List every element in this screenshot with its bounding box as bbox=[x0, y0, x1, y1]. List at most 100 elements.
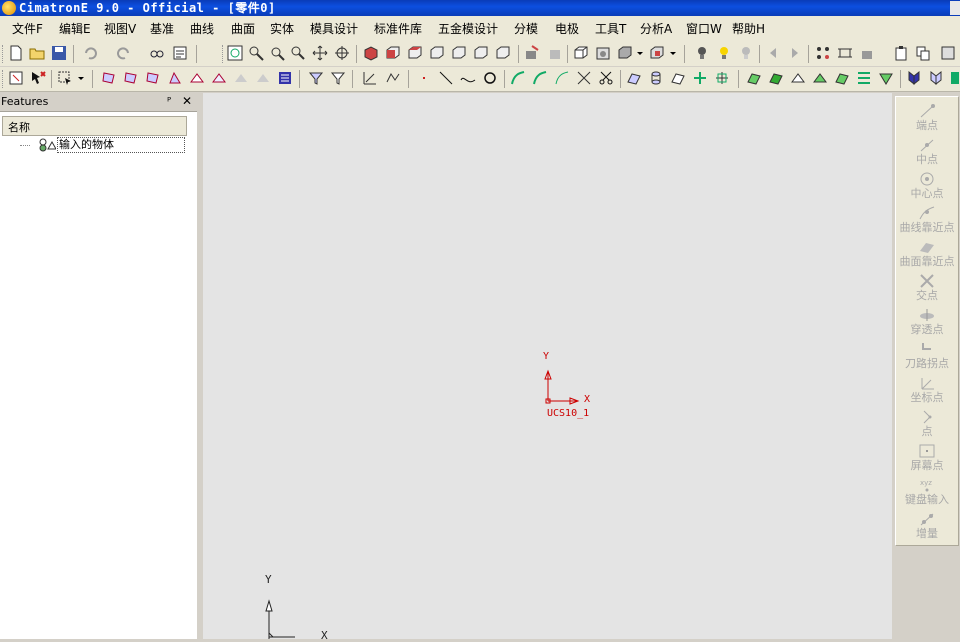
open-folder-icon[interactable] bbox=[29, 45, 45, 61]
sketch-icon[interactable] bbox=[362, 70, 378, 86]
snap-pierce[interactable]: 穿透点 bbox=[896, 307, 958, 336]
view-back-icon[interactable] bbox=[451, 45, 467, 61]
chevron-down-icon[interactable] bbox=[669, 45, 677, 61]
solid-icon[interactable] bbox=[746, 70, 762, 86]
mold-icon[interactable] bbox=[906, 70, 922, 86]
cursor-delete-icon[interactable] bbox=[30, 70, 46, 86]
chevron-down-icon[interactable] bbox=[77, 70, 85, 86]
trim-icon[interactable] bbox=[576, 70, 592, 86]
menu-analysis[interactable]: 分析A bbox=[640, 21, 672, 37]
mold-3-icon[interactable] bbox=[950, 70, 960, 86]
view-bottom-icon[interactable] bbox=[495, 45, 511, 61]
solid-4-icon[interactable] bbox=[812, 70, 828, 86]
snap-delta[interactable]: 增量 bbox=[896, 511, 958, 540]
point-icon[interactable] bbox=[416, 70, 432, 86]
solid-2-icon[interactable] bbox=[768, 70, 784, 86]
menu-mold-design[interactable]: 模具设计 bbox=[310, 21, 358, 37]
select-box-icon[interactable] bbox=[57, 70, 73, 86]
face-select-icon[interactable] bbox=[101, 70, 117, 86]
snap-coordinate[interactable]: 坐标点 bbox=[896, 375, 958, 404]
measure-icon[interactable] bbox=[837, 45, 853, 61]
chevron-down-icon[interactable] bbox=[636, 45, 644, 61]
surface-4-icon[interactable] bbox=[714, 70, 730, 86]
arrow-left-icon[interactable] bbox=[765, 45, 781, 61]
snap-near-curve[interactable]: 曲线靠近点 bbox=[896, 205, 958, 234]
snap-center[interactable]: 中心点 bbox=[896, 171, 958, 200]
light-on-icon[interactable] bbox=[716, 45, 732, 61]
funnel-icon[interactable] bbox=[330, 70, 346, 86]
paste-icon[interactable] bbox=[893, 45, 909, 61]
menu-die-design[interactable]: 五金模设计 bbox=[438, 21, 498, 37]
new-file-icon[interactable] bbox=[8, 45, 24, 61]
arrow-right-icon[interactable] bbox=[787, 45, 803, 61]
select-filter-icon[interactable] bbox=[8, 70, 24, 86]
menu-edit[interactable]: 编辑E bbox=[59, 21, 91, 37]
menu-surface[interactable]: 曲面 bbox=[231, 21, 255, 37]
mold-2-icon[interactable] bbox=[928, 70, 944, 86]
menu-window[interactable]: 窗口W bbox=[686, 21, 722, 37]
disabled-tool-icon[interactable] bbox=[546, 45, 562, 61]
menu-standard-parts[interactable]: 标准件库 bbox=[374, 21, 422, 37]
menu-view[interactable]: 视图V bbox=[104, 21, 136, 37]
curve-edit-icon[interactable] bbox=[510, 70, 526, 86]
disabled-select-2-icon[interactable] bbox=[255, 70, 271, 86]
rotate-icon[interactable] bbox=[334, 45, 350, 61]
minimize-button[interactable] bbox=[950, 1, 960, 15]
binoculars-icon[interactable] bbox=[149, 45, 165, 61]
properties-icon[interactable] bbox=[172, 45, 188, 61]
surface-2-icon[interactable] bbox=[670, 70, 686, 86]
wireframe-icon[interactable] bbox=[573, 45, 589, 61]
menu-parting[interactable]: 分模 bbox=[514, 21, 538, 37]
face-select-5-icon[interactable] bbox=[189, 70, 205, 86]
section-icon[interactable] bbox=[649, 45, 665, 61]
disabled-select-icon[interactable] bbox=[233, 70, 249, 86]
snap-screen-point[interactable]: 屏幕点 bbox=[896, 443, 958, 472]
copy-icon[interactable] bbox=[915, 45, 931, 61]
menu-curve[interactable]: 曲线 bbox=[190, 21, 214, 37]
view-iso-icon[interactable] bbox=[363, 45, 379, 61]
snap-point[interactable]: 点 bbox=[896, 409, 958, 438]
settings-icon[interactable] bbox=[940, 45, 956, 61]
view-right-icon[interactable] bbox=[429, 45, 445, 61]
list-icon[interactable] bbox=[277, 70, 293, 86]
tree-icon[interactable] bbox=[815, 45, 831, 61]
snap-toolpath-corner[interactable]: 刀路拐点 bbox=[896, 341, 958, 370]
tool-group-icon[interactable] bbox=[859, 45, 875, 61]
zoom-icon[interactable] bbox=[290, 45, 306, 61]
face-select-6-icon[interactable] bbox=[211, 70, 227, 86]
paint-icon[interactable] bbox=[524, 45, 540, 61]
name-column-header[interactable]: 名称 bbox=[2, 116, 187, 136]
view-top-icon[interactable] bbox=[407, 45, 423, 61]
line-icon[interactable] bbox=[438, 70, 454, 86]
tree-item-imported-body[interactable]: 输入的物体 bbox=[57, 137, 185, 153]
light-bulb-icon[interactable] bbox=[694, 45, 710, 61]
solid-3-icon[interactable] bbox=[790, 70, 806, 86]
light-off-icon[interactable] bbox=[738, 45, 754, 61]
redo-icon[interactable] bbox=[116, 45, 132, 61]
face-select-4-icon[interactable] bbox=[167, 70, 183, 86]
solid-6-icon[interactable] bbox=[856, 70, 872, 86]
menu-solid[interactable]: 实体 bbox=[270, 21, 294, 37]
curve-edit-2-icon[interactable] bbox=[532, 70, 548, 86]
view-left-icon[interactable] bbox=[473, 45, 489, 61]
menu-help[interactable]: 帮助H bbox=[732, 21, 765, 37]
render-mode-icon[interactable] bbox=[617, 45, 633, 61]
spline-icon[interactable] bbox=[460, 70, 476, 86]
menu-datum[interactable]: 基准 bbox=[150, 21, 174, 37]
app-icon[interactable] bbox=[2, 1, 16, 15]
zoom-window-icon[interactable] bbox=[248, 45, 264, 61]
graphics-viewport[interactable]: Y X UCS10_1 Y X bbox=[203, 93, 892, 642]
pan-icon[interactable] bbox=[312, 45, 328, 61]
snap-midpoint[interactable]: 中点 bbox=[896, 137, 958, 166]
save-icon[interactable] bbox=[51, 45, 67, 61]
undo-icon[interactable] bbox=[82, 45, 98, 61]
view-front-icon[interactable] bbox=[385, 45, 401, 61]
zoom-all-icon[interactable] bbox=[227, 45, 243, 61]
cylinder-icon[interactable] bbox=[648, 70, 664, 86]
menu-electrode[interactable]: 电极 bbox=[555, 21, 579, 37]
scissors-icon[interactable] bbox=[598, 70, 614, 86]
menu-tools[interactable]: 工具T bbox=[595, 21, 626, 37]
menu-file[interactable]: 文件F bbox=[12, 21, 43, 37]
face-select-2-icon[interactable] bbox=[123, 70, 139, 86]
solid-5-icon[interactable] bbox=[834, 70, 850, 86]
